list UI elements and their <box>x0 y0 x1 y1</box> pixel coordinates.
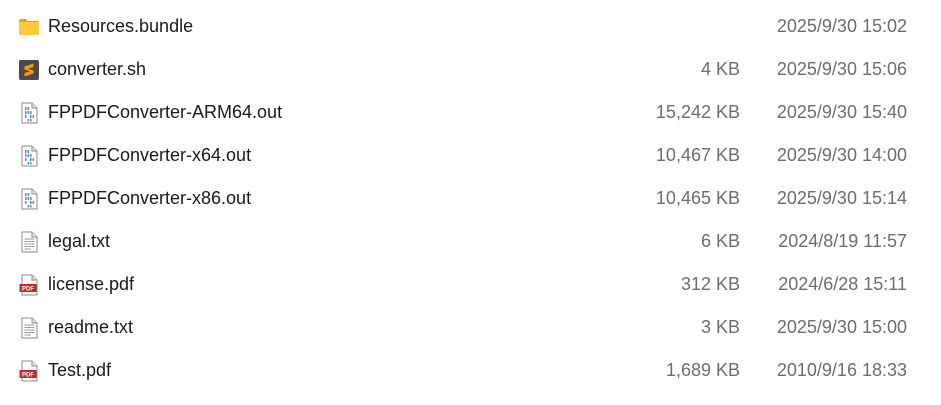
file-row-converter-sh[interactable]: converter.sh 4 KB 2025/9/30 15:06 <box>0 48 941 91</box>
file-row-fppdfconverter-x86[interactable]: FPPDFConverter-x86.out 10,465 KB 2025/9/… <box>0 177 941 220</box>
file-row-readme-txt[interactable]: readme.txt 3 KB 2025/9/30 15:00 <box>0 306 941 349</box>
file-size: 4 KB <box>700 59 740 79</box>
pdf-file-icon: PDF <box>17 359 41 383</box>
binary-file-icon <box>17 187 41 211</box>
file-list: Resources.bundle 2025/9/30 15:02 convert… <box>0 0 941 405</box>
file-row-fppdfconverter-arm64[interactable]: FPPDFConverter-ARM64.out 15,242 KB 2025/… <box>0 91 941 134</box>
file-name: Test.pdf <box>48 360 112 380</box>
file-name: FPPDFConverter-x86.out <box>48 188 252 208</box>
file-row-test-pdf[interactable]: PDF Test.pdf 1,689 KB 2010/9/16 18:33 <box>0 349 941 392</box>
text-file-icon <box>17 230 41 254</box>
file-date: 2025/9/30 15:00 <box>776 317 907 337</box>
file-date: 2025/9/30 14:00 <box>776 145 907 165</box>
file-row-license-pdf[interactable]: PDF license.pdf 312 KB 2024/6/28 15:11 <box>0 263 941 306</box>
pdf-label: PDF <box>22 286 34 292</box>
binary-file-icon <box>17 101 41 125</box>
file-date: 2025/9/30 15:02 <box>776 16 907 36</box>
file-row-resources-bundle[interactable]: Resources.bundle 2025/9/30 15:02 <box>0 5 941 48</box>
file-size: 6 KB <box>700 231 740 251</box>
file-size: 15,242 KB <box>655 102 740 122</box>
file-size: 10,467 KB <box>655 145 740 165</box>
file-date: 2024/6/28 15:11 <box>778 274 907 294</box>
file-date: 2025/9/30 15:06 <box>776 59 907 79</box>
file-name: converter.sh <box>48 59 147 79</box>
file-size: 3 KB <box>700 317 740 337</box>
pdf-file-icon: PDF <box>17 273 41 297</box>
file-row-legal-txt[interactable]: legal.txt 6 KB 2024/8/19 11:57 <box>0 220 941 263</box>
text-file-icon <box>17 316 41 340</box>
file-name: FPPDFConverter-x64.out <box>48 145 252 165</box>
file-row-fppdfconverter-x64[interactable]: FPPDFConverter-x64.out 10,467 KB 2025/9/… <box>0 134 941 177</box>
file-name: readme.txt <box>48 317 134 337</box>
file-date: 2025/9/30 15:14 <box>776 188 907 208</box>
sublime-text-icon <box>17 58 41 82</box>
file-name: license.pdf <box>48 274 135 294</box>
folder-icon <box>17 15 41 39</box>
file-size: 1,689 KB <box>665 360 740 380</box>
file-date: 2024/8/19 11:57 <box>778 231 907 251</box>
binary-file-icon <box>17 144 41 168</box>
file-date: 2010/9/16 18:33 <box>776 360 907 380</box>
pdf-label: PDF <box>22 372 34 378</box>
file-name: FPPDFConverter-ARM64.out <box>48 102 283 122</box>
file-date: 2025/9/30 15:40 <box>776 102 907 122</box>
file-size: 10,465 KB <box>655 188 740 208</box>
file-name: Resources.bundle <box>48 16 194 36</box>
file-size: 312 KB <box>680 274 740 294</box>
file-name: legal.txt <box>48 231 111 251</box>
